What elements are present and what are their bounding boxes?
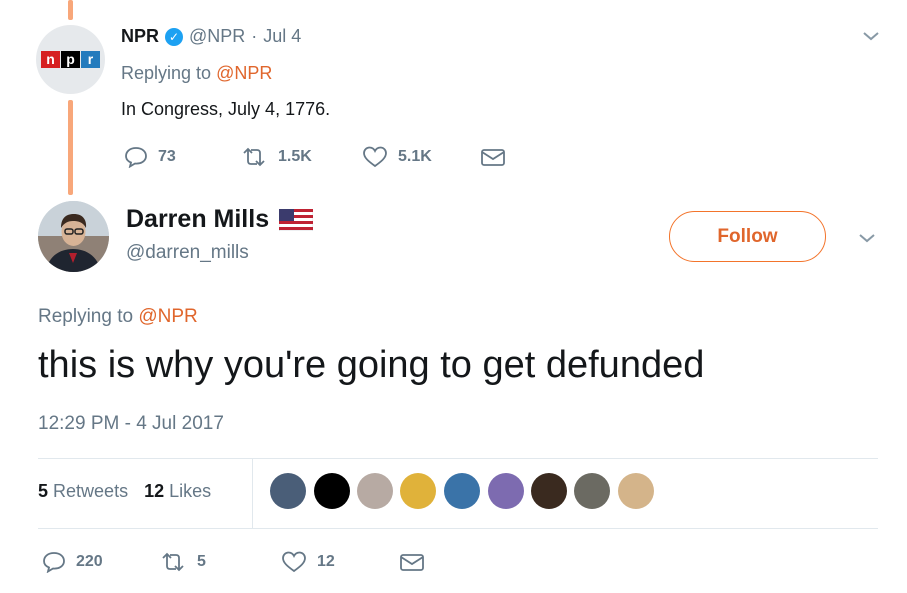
parent-replying-line: Replying to @NPR bbox=[121, 63, 272, 84]
reply-count: 220 bbox=[76, 553, 103, 570]
likes-stat[interactable]: 12 Likes bbox=[144, 481, 211, 502]
liker-avatar[interactable] bbox=[488, 473, 524, 509]
darren-mills-avatar[interactable] bbox=[38, 201, 109, 272]
retweet-button[interactable]: 5 bbox=[159, 551, 281, 573]
parent-tweet-text: In Congress, July 4, 1776. bbox=[121, 99, 331, 119]
reply-chevron-down-icon[interactable] bbox=[858, 232, 876, 244]
parent-like-count: 5.1K bbox=[398, 148, 432, 165]
reply-author-handle[interactable]: @darren_mills bbox=[126, 242, 249, 264]
parent-date[interactable]: Jul 4 bbox=[263, 26, 301, 47]
parent-reply-button[interactable]: 73 bbox=[124, 146, 240, 168]
reply-icon bbox=[125, 147, 147, 168]
verified-badge-icon: ✓ bbox=[165, 27, 184, 46]
npr-logo-n: n bbox=[41, 51, 60, 68]
liker-avatar[interactable] bbox=[400, 473, 436, 509]
envelope-icon bbox=[400, 554, 424, 571]
reply-icon bbox=[43, 552, 65, 573]
heart-icon bbox=[282, 551, 306, 573]
retweet-icon bbox=[243, 147, 265, 167]
reply-author-name[interactable]: Darren Mills bbox=[126, 205, 269, 234]
liker-avatar[interactable] bbox=[618, 473, 654, 509]
replying-to-label: Replying to bbox=[38, 306, 134, 327]
liker-avatar[interactable] bbox=[357, 473, 393, 509]
thread-line bbox=[68, 0, 73, 20]
divider-bottom bbox=[38, 528, 878, 529]
parent-actions: 73 1.5K 5.1K bbox=[124, 145, 506, 169]
reply-actions: 220 5 12 bbox=[42, 550, 425, 574]
replying-to-label: Replying to bbox=[121, 63, 212, 83]
thread-line bbox=[68, 100, 73, 195]
envelope-icon bbox=[481, 149, 505, 166]
retweets-stat[interactable]: 5 Retweets bbox=[38, 481, 128, 502]
parent-message-button[interactable] bbox=[480, 147, 506, 167]
tweet-timestamp[interactable]: 12:29 PM - 4 Jul 2017 bbox=[38, 413, 224, 435]
like-button[interactable]: 12 bbox=[281, 550, 399, 574]
stats-separator bbox=[252, 459, 253, 528]
liker-avatar[interactable] bbox=[270, 473, 306, 509]
engagement-stats: 5 Retweets 12 Likes bbox=[38, 481, 211, 502]
reply-button[interactable]: 220 bbox=[42, 551, 159, 573]
like-count: 12 bbox=[317, 553, 335, 570]
npr-logo: n p r bbox=[41, 51, 100, 68]
divider-top bbox=[38, 458, 878, 459]
replying-to-link[interactable]: @NPR bbox=[216, 63, 272, 83]
retweets-stat-label: Retweets bbox=[53, 481, 129, 501]
reply-author-line: Darren Mills bbox=[126, 205, 314, 234]
npr-avatar[interactable]: n p r bbox=[36, 25, 105, 94]
parent-author-handle[interactable]: @NPR bbox=[189, 26, 245, 47]
reply-tweet-text: this is why you're going to get defunded bbox=[38, 344, 705, 386]
us-flag-icon bbox=[279, 208, 314, 231]
parent-like-button[interactable]: 5.1K bbox=[362, 145, 480, 169]
liker-avatar[interactable] bbox=[531, 473, 567, 509]
parent-retweet-button[interactable]: 1.5K bbox=[240, 146, 362, 168]
retweet-icon bbox=[162, 552, 184, 572]
person-photo-icon bbox=[38, 201, 109, 272]
separator-dot: · bbox=[251, 26, 258, 46]
liker-avatar[interactable] bbox=[574, 473, 610, 509]
message-button[interactable] bbox=[399, 552, 425, 572]
npr-logo-r: r bbox=[81, 51, 100, 68]
parent-chevron-down-icon[interactable] bbox=[862, 30, 880, 42]
parent-header: NPR ✓ @NPR · Jul 4 bbox=[121, 26, 301, 47]
likes-stat-label: Likes bbox=[169, 481, 212, 501]
heart-icon bbox=[363, 146, 387, 168]
replying-to-link[interactable]: @NPR bbox=[138, 306, 197, 327]
npr-logo-p: p bbox=[61, 51, 80, 68]
liker-avatar[interactable] bbox=[314, 473, 350, 509]
follow-button[interactable]: Follow bbox=[669, 211, 826, 262]
retweet-count: 5 bbox=[197, 553, 206, 570]
reply-replying-line: Replying to @NPR bbox=[38, 306, 198, 328]
parent-retweet-count: 1.5K bbox=[278, 148, 312, 165]
likes-stat-count: 12 bbox=[144, 481, 165, 501]
liker-avatar[interactable] bbox=[444, 473, 480, 509]
retweets-stat-count: 5 bbox=[38, 481, 49, 501]
parent-author-name[interactable]: NPR bbox=[121, 26, 159, 47]
parent-reply-count: 73 bbox=[158, 148, 176, 165]
